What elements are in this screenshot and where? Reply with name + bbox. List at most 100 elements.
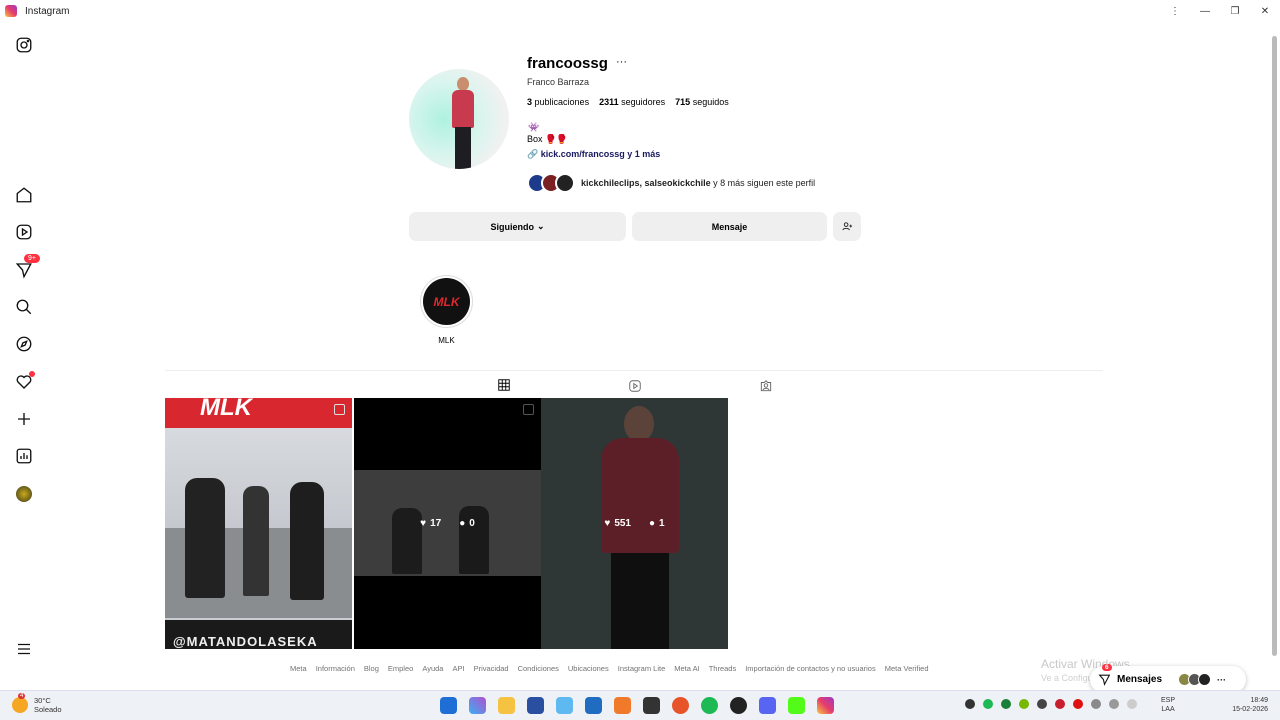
menu-icon[interactable] — [14, 639, 34, 659]
language-indicator[interactable]: ESP LAA — [1161, 696, 1175, 714]
comments-count: ● 0 — [459, 518, 475, 529]
more-icon: ··· — [1217, 674, 1227, 685]
tray-icon[interactable] — [1037, 699, 1047, 709]
reels-icon[interactable] — [14, 222, 34, 242]
maximize-button[interactable]: ❐ — [1220, 0, 1250, 22]
followed-by-text: kickchileclips, salseokickchile y 8 más … — [581, 178, 816, 188]
copilot-icon[interactable] — [469, 697, 486, 714]
firefox-icon[interactable] — [672, 697, 689, 714]
footer-link[interactable]: API — [452, 664, 464, 673]
tab-reels[interactable] — [613, 371, 657, 400]
capcut-icon[interactable] — [643, 697, 660, 714]
spotify-icon[interactable] — [701, 697, 718, 714]
footer-link[interactable]: Información — [316, 664, 355, 673]
onedrive-icon[interactable] — [556, 697, 573, 714]
obs-icon[interactable] — [730, 697, 747, 714]
discord-icon[interactable] — [759, 697, 776, 714]
page-scrollbar[interactable] — [1272, 32, 1277, 682]
tray-icon[interactable] — [965, 699, 975, 709]
search-icon[interactable] — [14, 297, 34, 317]
outlook-icon[interactable] — [585, 697, 602, 714]
direct-badge: 9+ — [24, 254, 40, 263]
close-button[interactable]: ✕ — [1250, 0, 1280, 22]
grid-icon — [498, 379, 510, 391]
footer-link[interactable]: Privacidad — [474, 664, 509, 673]
following-stat[interactable]: 715 seguidos — [675, 97, 729, 107]
footer-link[interactable]: Ayuda — [422, 664, 443, 673]
profile-picture[interactable] — [409, 69, 509, 169]
posts-stat: 3 publicaciones — [527, 97, 590, 107]
instagram-taskbar-icon[interactable] — [817, 697, 834, 714]
mic-icon[interactable] — [1127, 699, 1137, 709]
messages-drawer[interactable]: 6 Mensajes ··· — [1090, 664, 1246, 693]
taskbar-clock[interactable]: 18:49 15-02-2026 — [1226, 696, 1268, 714]
profile-stats: 3 publicaciones 2311 seguidores 715 segu… — [527, 97, 729, 107]
direct-icon[interactable]: 9+ — [14, 254, 40, 280]
footer-link[interactable]: Meta Verified — [885, 664, 929, 673]
instagram-app-icon — [5, 5, 17, 17]
notifications-icon[interactable] — [14, 371, 35, 392]
post-tile[interactable]: MLK @MATANDOLASEKA — [165, 398, 352, 649]
highlight-logo: MLK — [423, 278, 470, 325]
footer-link[interactable]: Threads — [709, 664, 737, 673]
tab-tagged[interactable] — [744, 371, 788, 400]
weather-widget[interactable]: 4 30°C Soleado — [12, 693, 62, 714]
direct-icon — [1098, 674, 1111, 686]
messages-label: Mensajes — [1117, 674, 1163, 685]
post-tile[interactable]: ♥ 551 ● 1 — [541, 398, 728, 649]
likes-count: ♥ 551 — [604, 518, 631, 529]
footer-link[interactable]: Ubicaciones — [568, 664, 609, 673]
download-app-icon[interactable] — [614, 697, 631, 714]
footer-link[interactable]: Condiciones — [518, 664, 559, 673]
window-controls: ⋮ — ❐ ✕ — [1160, 0, 1280, 22]
following-button[interactable]: Siguiendo ⌄ — [409, 212, 626, 241]
story-highlight[interactable]: MLK — [420, 275, 473, 328]
followers-stat[interactable]: 2311 seguidores — [599, 97, 665, 107]
follower-avatar — [555, 173, 575, 193]
create-icon[interactable] — [14, 409, 34, 429]
message-avatars — [1178, 673, 1212, 686]
window-menu-button[interactable]: ⋮ — [1160, 0, 1190, 22]
more-options-button[interactable]: ··· — [616, 56, 627, 68]
bio-link[interactable]: 🔗 kick.com/francossg y 1 más — [527, 149, 660, 160]
messages-badge: 6 — [1102, 664, 1112, 671]
post-hover-overlay: ♥ 551 ● 1 — [541, 398, 728, 649]
bio-text: Box 🥊🥊 — [527, 134, 568, 144]
link-icon: 🔗 — [527, 149, 539, 159]
instagram-logo-icon[interactable] — [14, 35, 34, 55]
file-explorer-icon[interactable] — [498, 697, 515, 714]
profile-avatar[interactable] — [14, 484, 34, 504]
footer-link[interactable]: Instagram Lite — [618, 664, 666, 673]
message-button[interactable]: Mensaje — [632, 212, 827, 241]
tray-icon[interactable] — [1109, 699, 1119, 709]
home-icon[interactable] — [14, 185, 34, 205]
suggest-users-button[interactable] — [833, 212, 861, 241]
post-tile[interactable]: ♥ 17 ● 0 — [354, 398, 541, 649]
window-title-bar: Instagram ⋮ — ❐ ✕ — [0, 0, 1280, 22]
dashboard-icon[interactable] — [14, 446, 34, 466]
footer-link[interactable]: Meta AI — [674, 664, 699, 673]
tray-icon[interactable] — [1001, 699, 1011, 709]
explore-icon[interactable] — [14, 334, 34, 354]
followed-by[interactable]: kickchileclips, salseokickchile y 8 más … — [527, 172, 815, 194]
tray-icon[interactable] — [983, 699, 993, 709]
kick-icon[interactable] — [788, 697, 805, 714]
tray-icon[interactable] — [1091, 699, 1101, 709]
profile-tabs — [165, 370, 1103, 400]
tray-icon[interactable] — [1019, 699, 1029, 709]
taskbar-apps — [440, 697, 834, 714]
footer-link[interactable]: Meta — [290, 664, 307, 673]
footer-link[interactable]: Blog — [364, 664, 379, 673]
footer-link[interactable]: Importación de contactos y no usuarios — [745, 664, 876, 673]
post-hover-overlay: ♥ 17 ● 0 — [354, 398, 541, 649]
store-icon[interactable] — [527, 697, 544, 714]
reel-indicator-icon — [334, 404, 345, 415]
minimize-button[interactable]: — — [1190, 0, 1220, 22]
tray-icon[interactable] — [1073, 699, 1083, 709]
footer-link[interactable]: Empleo — [388, 664, 413, 673]
windows-taskbar: 4 30°C Soleado ESP LAA 18:49 15-02-2026 — [0, 690, 1280, 720]
tab-posts[interactable] — [482, 371, 526, 400]
highlight-label: MLK — [438, 336, 455, 345]
start-icon[interactable] — [440, 697, 457, 714]
tray-icon[interactable] — [1055, 699, 1065, 709]
